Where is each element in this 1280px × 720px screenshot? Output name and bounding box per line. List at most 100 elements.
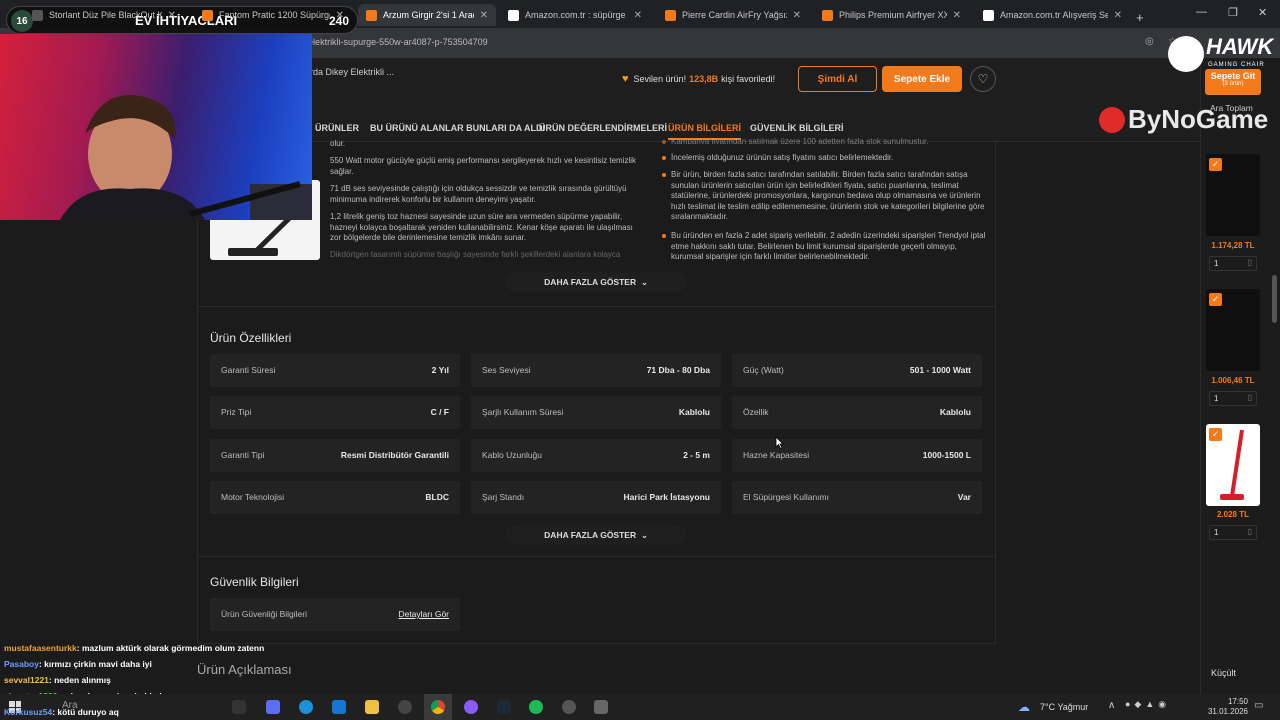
nav-reviews[interactable]: ÜRÜN DEĞERLENDİRMELERİ: [539, 123, 667, 133]
nav-also-bought[interactable]: BU ÜRÜNÜ ALANLAR BUNLARI DA ALDI: [370, 123, 545, 133]
checkbox-icon[interactable]: ✓: [1209, 428, 1222, 441]
tab-favicon-icon: [822, 9, 833, 21]
close-tab-icon[interactable]: ✕: [162, 10, 176, 21]
tab-favicon-icon: [983, 9, 994, 21]
xbox-icon[interactable]: [398, 700, 412, 714]
close-tab-icon[interactable]: ✕: [1108, 10, 1122, 21]
spec-value: Var: [957, 492, 971, 502]
cart-sidebar: Sepete Git (3 ürün) Ara Toplam ✓ 1.174,2…: [1200, 58, 1264, 694]
eye-off-icon[interactable]: ◎: [1145, 36, 1154, 47]
notification-icon[interactable]: ▭: [1254, 700, 1263, 711]
weather-text[interactable]: 7°C Yağmur: [1040, 702, 1088, 712]
quantity-value: 1: [1214, 394, 1219, 403]
desc-line: 1,2 litrelik geniş toz haznesi sayesinde…: [330, 212, 633, 242]
quantity-stepper[interactable]: 1 ▯: [1209, 391, 1257, 406]
close-window-icon[interactable]: ✕: [1258, 6, 1267, 19]
maximize-icon[interactable]: ❐: [1228, 6, 1238, 19]
trash-icon[interactable]: ▯: [1248, 393, 1252, 402]
spec-value: BLDC: [425, 492, 449, 502]
close-tab-icon[interactable]: ✕: [947, 10, 961, 21]
store-icon[interactable]: [332, 700, 346, 714]
minimize-icon[interactable]: —: [1196, 6, 1207, 18]
chrome-taskbar-active[interactable]: [424, 694, 452, 720]
divider: [198, 306, 995, 307]
obs-icon[interactable]: [562, 700, 576, 714]
collapse-button[interactable]: Küçült: [1211, 668, 1236, 678]
mouse-cursor-icon: [775, 436, 784, 449]
chevron-down-icon: ⌄: [641, 530, 648, 540]
spec-item: Ses Seviyesi 71 Dba - 80 Dba: [471, 354, 721, 387]
info-bullet: Bir ürün, birden fazla satıcı tarafından…: [662, 170, 986, 223]
settings-icon[interactable]: [594, 700, 608, 714]
safety-row: Ürün Güvenliği Bilgileri Detayları Gör: [210, 598, 460, 631]
go-to-cart-button[interactable]: Sepete Git (3 ürün): [1205, 69, 1261, 95]
desc-line: olur.: [330, 139, 346, 148]
browser-tab[interactable]: Fantom Pratic 1200 Süpürge El✕: [194, 4, 352, 26]
spotify-icon[interactable]: [529, 700, 543, 714]
tray-icons[interactable]: ●◆▲◉: [1125, 699, 1187, 713]
clock-date[interactable]: 31.01.2026: [1204, 707, 1248, 716]
cart-item-price: 1.006,46 TL: [1211, 376, 1255, 385]
tray-chevron-icon[interactable]: ∧: [1108, 700, 1115, 711]
tab-label: Pierre Cardin AirFry Yağsız Hava: [682, 10, 787, 20]
task-view-icon[interactable]: [232, 700, 246, 714]
close-tab-icon[interactable]: ✕: [787, 10, 801, 21]
hawk-brand: HAWK: [1206, 34, 1274, 59]
quantity-stepper[interactable]: 1 ▯: [1209, 256, 1257, 271]
folder-icon[interactable]: [365, 700, 379, 714]
chat-user: Korkusuz54: [4, 707, 53, 717]
checkbox-icon[interactable]: ✓: [1209, 293, 1222, 306]
weather-cloud-icon: ☁: [1018, 700, 1030, 714]
spec-key: Hazne Kapasitesi: [743, 450, 810, 460]
close-tab-icon[interactable]: ✕: [330, 10, 344, 21]
chat-text: : neden alınmış: [48, 675, 111, 685]
scrollbar-thumb[interactable]: [1272, 275, 1277, 323]
chat-message: Korkusuz54: kötü duruyo aq: [4, 707, 119, 717]
close-tab-icon[interactable]: ✕: [474, 10, 488, 21]
spec-item: Kablo Uzunluğu 2 - 5 m: [471, 439, 721, 472]
safety-details-link[interactable]: Detayları Gör: [398, 609, 449, 619]
clock-time[interactable]: 17:50: [1204, 697, 1248, 706]
trash-icon[interactable]: ▯: [1248, 258, 1252, 267]
favorite-text-post: kişi favoriledi!: [721, 74, 776, 84]
tab-favicon-icon: [508, 9, 519, 21]
spec-key: Garanti Süresi: [221, 365, 276, 375]
favorite-count: 123,8B: [689, 74, 719, 84]
edge-icon[interactable]: [299, 700, 313, 714]
nav-safety-info[interactable]: GÜVENLİK BİLGİLERİ: [750, 123, 844, 133]
spec-value: C / F: [430, 407, 449, 417]
discord-icon[interactable]: [464, 700, 478, 714]
nav-products[interactable]: ÜRÜNLER: [315, 123, 359, 133]
windows-taskbar: Ara ☁ 7°C Yağmur ∧ ●◆▲◉ 17:50 31.01.2026…: [0, 694, 1280, 720]
chat-text: : kırmızı çirkin mavi daha iyi: [38, 659, 152, 669]
copilot-icon[interactable]: [266, 700, 280, 714]
browser-tab[interactable]: Arzum Girgir 2'si 1 Arada Dikey✕: [358, 4, 496, 26]
close-tab-icon[interactable]: ✕: [628, 10, 642, 21]
spec-key: Priz Tipi: [221, 407, 252, 417]
spec-item: Priz Tipi C / F: [210, 396, 460, 429]
favorite-heart-button[interactable]: ♡: [970, 66, 996, 92]
browser-tab[interactable]: Amazon.com.tr : süpürge ✕: [500, 4, 650, 26]
browser-tab[interactable]: Philips Premium Airfryer XXL, R✕: [814, 4, 969, 26]
info-bullet: İncelemiş olduğunuz ürünün satış fiyatın…: [662, 153, 982, 164]
show-more-label: DAHA FAZLA GÖSTER: [544, 277, 637, 287]
tab-favicon-icon: [32, 9, 43, 21]
new-tab-button[interactable]: +: [1128, 6, 1152, 28]
checkbox-icon[interactable]: ✓: [1209, 158, 1222, 171]
spec-key: Kablo Uzunluğu: [482, 450, 543, 460]
trash-icon[interactable]: ▯: [1248, 527, 1252, 536]
browser-tab[interactable]: Amazon.com.tr Alışveriş Sepeti✕: [975, 4, 1130, 26]
spec-item: El Süpürgesi Kullanımı Var: [732, 481, 982, 514]
add-to-cart-button[interactable]: Sepete Ekle: [882, 66, 962, 92]
show-more-specs-button[interactable]: DAHA FAZLA GÖSTER ⌄: [506, 525, 686, 545]
heart-icon: ♥: [622, 73, 629, 85]
quantity-stepper[interactable]: 1 ▯: [1209, 525, 1257, 540]
go-to-cart-label: Sepete Git: [1210, 71, 1256, 81]
show-more-description-button[interactable]: DAHA FAZLA GÖSTER ⌄: [506, 272, 686, 292]
buy-now-button[interactable]: Şimdi Al: [798, 66, 877, 92]
browser-tab[interactable]: Pierre Cardin AirFry Yağsız Hava✕: [657, 4, 809, 26]
steam-icon[interactable]: [497, 700, 511, 714]
favorite-text: Sevilen ürün!: [633, 74, 687, 84]
hawk-logo-icon: [1168, 36, 1204, 72]
browser-tab[interactable]: Storlant Düz Pile BlackOut Ka ✕: [24, 4, 184, 26]
